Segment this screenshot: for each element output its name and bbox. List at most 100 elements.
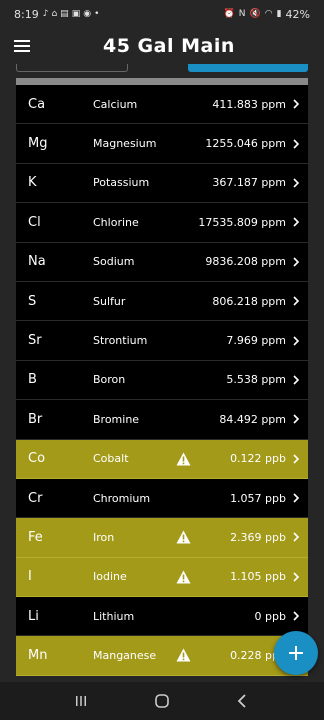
status-bar: 8:19 ♪ ⌂ ▤ ▣ ◉ • ⏰ N 🔇 ◠ ▮ 42% xyxy=(0,0,324,28)
outlined-control[interactable] xyxy=(16,64,128,72)
element-row-manganese[interactable]: Mn Manganese 0.228 ppb xyxy=(16,636,308,676)
chevron-right-icon xyxy=(293,414,300,424)
element-value: 9836.208 ppm xyxy=(205,255,286,269)
element-name: Potassium xyxy=(93,176,150,190)
warning-icon xyxy=(176,530,191,544)
warning-icon xyxy=(176,648,191,662)
element-row-chlorine[interactable]: Cl Chlorine 17535.809 ppm xyxy=(16,203,308,243)
element-symbol: Co xyxy=(28,451,46,467)
element-row-lithium[interactable]: Li Lithium 0 ppb xyxy=(16,597,308,637)
status-time: 8:19 xyxy=(14,7,39,21)
element-row-sulfur[interactable]: S Sulfur 806.218 ppm xyxy=(16,281,308,322)
chevron-right-icon xyxy=(293,375,300,385)
chevron-right-icon xyxy=(293,454,300,464)
element-symbol: Na xyxy=(28,254,46,270)
hamburger-menu-icon[interactable] xyxy=(0,28,44,64)
signal-icon: ▮ xyxy=(276,9,282,19)
element-symbol: Ca xyxy=(28,96,46,112)
element-row-magnesium[interactable]: Mg Magnesium 1255.046 ppm xyxy=(16,124,308,164)
element-row-iron[interactable]: Fe Iron 2.369 ppb xyxy=(16,518,308,558)
battery-level: 42% xyxy=(285,7,310,21)
element-value: 0.122 ppb xyxy=(230,452,286,466)
element-symbol: I xyxy=(28,569,32,585)
element-value: 0 ppb xyxy=(254,609,286,623)
element-row-chromium[interactable]: Cr Chromium 1.057 ppb xyxy=(16,478,308,519)
dot-icon: • xyxy=(94,9,100,19)
alarm-icon: ⏰ xyxy=(223,9,235,19)
element-row-bromine[interactable]: Br Bromine 84.492 ppm xyxy=(16,400,308,440)
add-button[interactable] xyxy=(274,631,318,675)
chevron-right-icon xyxy=(293,217,300,227)
top-controls-strip xyxy=(0,64,324,86)
element-symbol: Fe xyxy=(28,529,43,545)
chevron-right-icon xyxy=(293,99,300,109)
element-name: Sulfur xyxy=(93,294,126,308)
warning-icon xyxy=(176,452,191,466)
chevron-right-icon xyxy=(293,296,300,306)
tiktok-icon: ♪ xyxy=(42,9,49,19)
element-symbol: B xyxy=(28,372,37,388)
element-symbol: Mg xyxy=(28,136,48,152)
wifi-icon: ◠ xyxy=(264,9,273,19)
element-row-strontium[interactable]: Sr Strontium 7.969 ppm xyxy=(16,321,308,361)
element-value: 84.492 ppm xyxy=(219,412,286,426)
element-value: 1.057 ppb xyxy=(230,491,286,505)
element-value: 1255.046 ppm xyxy=(205,137,286,151)
element-name: Boron xyxy=(93,373,126,387)
chevron-right-icon xyxy=(293,178,300,188)
element-symbol: Cr xyxy=(28,490,43,506)
news-icon: ▤ xyxy=(60,9,69,19)
filled-control[interactable] xyxy=(188,64,308,72)
element-row-boron[interactable]: B Boron 5.538 ppm xyxy=(16,360,308,401)
element-symbol: S xyxy=(28,293,37,309)
element-name: Strontium xyxy=(93,334,148,348)
element-list: Ca Calcium 411.883 ppm Mg Magnesium 1255.046 … xyxy=(16,85,308,676)
plus-icon xyxy=(289,646,303,660)
app-icon: ◉ xyxy=(83,9,92,19)
chevron-right-icon xyxy=(293,572,300,582)
element-name: Calcium xyxy=(93,97,138,111)
element-name: Bromine xyxy=(93,412,140,426)
page-title: 45 Gal Main xyxy=(103,35,235,57)
element-row-potassium[interactable]: K Potassium 367.187 ppm xyxy=(16,163,308,204)
element-symbol: Cl xyxy=(28,214,41,230)
element-symbol: Br xyxy=(28,411,43,427)
chevron-right-icon xyxy=(293,611,300,621)
notification-icons: ♪ ⌂ ▤ ▣ ◉ • xyxy=(43,9,100,19)
element-name: Lithium xyxy=(93,609,135,623)
home-icon: ⌂ xyxy=(51,9,58,19)
chevron-right-icon xyxy=(293,335,300,346)
warning-icon xyxy=(176,570,191,584)
element-symbol: Mn xyxy=(28,648,48,664)
element-row-calcium[interactable]: Ca Calcium 411.883 ppm xyxy=(16,85,308,125)
element-value: 17535.809 ppm xyxy=(198,215,286,229)
element-value: 806.218 ppm xyxy=(212,294,286,308)
recent-apps-icon[interactable] xyxy=(73,693,89,709)
element-value: 7.969 ppm xyxy=(226,334,286,348)
element-symbol: Sr xyxy=(28,333,42,349)
element-name: Iodine xyxy=(93,570,127,584)
gallery-icon: ▣ xyxy=(71,9,81,19)
element-value: 411.883 ppm xyxy=(212,97,286,111)
element-name: Cobalt xyxy=(93,452,129,466)
chevron-right-icon xyxy=(293,257,300,267)
chevron-right-icon xyxy=(293,532,300,543)
element-row-iodine[interactable]: I Iodine 1.105 ppb xyxy=(16,557,308,598)
chevron-right-icon xyxy=(293,139,300,149)
element-name: Chromium xyxy=(93,491,151,505)
back-icon[interactable] xyxy=(235,693,251,709)
element-name: Chlorine xyxy=(93,215,139,229)
element-row-cobalt[interactable]: Co Cobalt 0.122 ppb xyxy=(16,439,308,479)
system-icons: ⏰ N 🔇 ◠ ▮ 42% xyxy=(224,8,310,21)
element-name: Magnesium xyxy=(93,137,157,151)
mute-icon: 🔇 xyxy=(249,9,261,19)
chevron-right-icon xyxy=(293,493,300,503)
element-name: Sodium xyxy=(93,255,135,269)
element-row-sodium[interactable]: Na Sodium 9836.208 ppm xyxy=(16,242,308,282)
element-name: Iron xyxy=(93,530,115,544)
element-value: 367.187 ppm xyxy=(212,176,286,190)
home-button-icon[interactable] xyxy=(154,693,170,709)
element-name: Manganese xyxy=(93,649,157,663)
system-nav-bar xyxy=(0,682,324,720)
app-bar: 45 Gal Main xyxy=(0,28,324,64)
